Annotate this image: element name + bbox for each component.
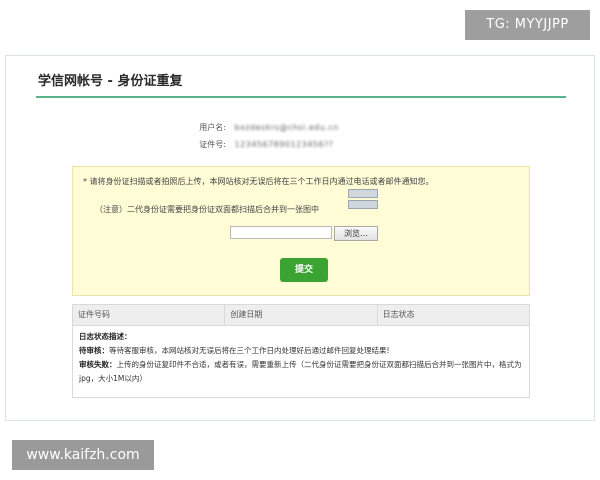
status-description: 日志状态描述： 待审核：等待客服审核，本网站核对无误后将在三个工作日内处理好后通… xyxy=(73,326,529,390)
submit-button[interactable]: 提交 xyxy=(280,258,328,282)
id-number-value: 1234567890123456?? xyxy=(234,140,334,149)
header-created-date: 创建日期 xyxy=(225,305,378,325)
upload-notice: * 请将身份证扫描或者拍照后上传，本网站核对无误后将在三个工作日内通过电话或者邮… xyxy=(83,177,434,186)
failed-label: 审核失败： xyxy=(79,360,117,369)
pending-text: 等待客服审核，本网站核对无误后将在三个工作日内处理好后通过邮件回复处理结果! xyxy=(109,346,390,355)
log-table-header: 证件号码 创建日期 日志状态 xyxy=(73,305,529,326)
browse-button[interactable]: 浏览… xyxy=(334,226,378,241)
failed-text: 上传的身份证复印件不合适，或者有误，需要重新上传（二代身份证需要把身份证双面都扫… xyxy=(79,360,522,383)
id-number-row: 证件号: 1234567890123456?? xyxy=(186,139,333,150)
watermark-top: TG: MYYJJPP xyxy=(465,10,590,40)
watermark-bottom: www.kaifzh.com xyxy=(12,440,154,470)
upload-note: （注意）二代身份证需要把身份证双面都扫描后合并到一张图中 xyxy=(95,205,319,214)
username-label: 用户名: xyxy=(199,123,226,132)
page-title: 学信网帐号 - 身份证重复 xyxy=(38,74,183,89)
header-id-number: 证件号码 xyxy=(73,305,226,325)
log-table: 证件号码 创建日期 日志状态 日志状态描述： 待审核：等待客服审核，本网站核对无… xyxy=(72,304,530,398)
identity-duplicate-panel: 学信网帐号 - 身份证重复 用户名: bxzdeskrs@chsi.edu.cn… xyxy=(5,55,595,421)
desc-title: 日志状态描述： xyxy=(79,332,132,341)
id-card-sample-icon xyxy=(348,189,378,211)
username-value: bxzdeskrs@chsi.edu.cn xyxy=(234,123,339,132)
username-row: 用户名: bxzdeskrs@chsi.edu.cn xyxy=(186,122,339,133)
upload-section: * 请将身份证扫描或者拍照后上传，本网站核对无误后将在三个工作日内通过电话或者邮… xyxy=(72,166,530,296)
id-number-label: 证件号: xyxy=(199,140,226,149)
header-log-status: 日志状态 xyxy=(382,310,415,319)
pending-label: 待审核： xyxy=(79,346,109,355)
file-path-input[interactable] xyxy=(230,226,332,239)
title-divider xyxy=(36,96,566,98)
